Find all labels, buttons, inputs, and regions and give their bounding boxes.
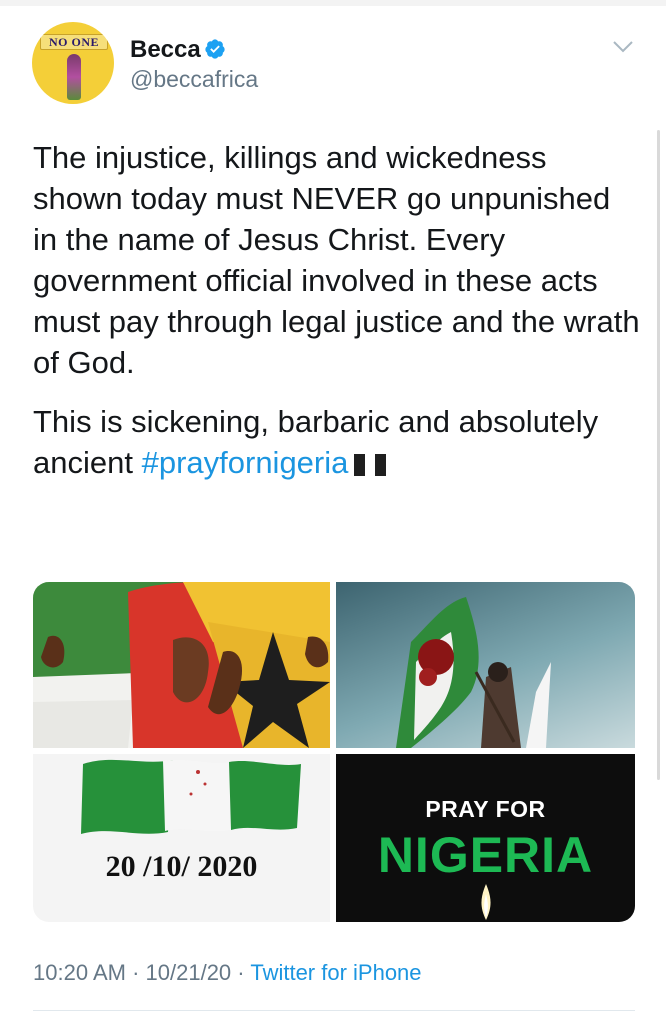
tweet-paragraph-2: This is sickening, barbaric and absolute… [33,401,643,483]
avatar-figure [67,54,81,100]
bloodied-flag-illustration [396,597,551,748]
tweet-meta: 10:20 AM · 10/21/20 · Twitter for iPhone [33,960,422,986]
media-image-flags-embrace[interactable] [33,582,330,748]
bottom-divider [33,1010,635,1011]
hashtag-link[interactable]: #prayfornigeria [142,445,349,480]
date-caption: 20 /10/ 2020 [105,850,258,883]
tweet-time: 10:20 AM [33,960,126,985]
tweet-source-link[interactable]: Twitter for iPhone [250,960,421,985]
media-image-pray-for-nigeria[interactable]: PRAY FOR NIGERIA [336,754,635,922]
media-image-nigeria-date[interactable]: 20 /10/ 2020 [33,754,330,922]
waving-nigeria-flag-illustration [81,759,301,834]
nigeria-flag-icon [354,454,387,476]
media-image-bloodied-flag[interactable] [336,582,635,748]
meta-separator-1: · [132,960,140,985]
flags-embrace-illustration [33,582,330,748]
display-name[interactable]: Becca [130,36,201,64]
meta-separator-2: · [237,960,245,985]
top-divider [0,0,666,6]
media-grid: 20 /10/ 2020 PRAY FOR NIGERIA [33,582,635,922]
tweet-date[interactable]: 10/21/20 [146,960,232,985]
verified-badge-icon [205,39,225,59]
chevron-down-icon[interactable] [612,40,634,54]
pray-for-text: PRAY FOR [425,796,546,822]
scroll-indicator[interactable] [657,130,660,780]
tweet-text: The injustice, killings and wickedness s… [33,137,643,483]
avatar-logo-text: NO ONE [40,34,108,50]
tweet-paragraph-1: The injustice, killings and wickedness s… [33,140,640,380]
nigeria-text: NIGERIA [377,827,594,883]
avatar[interactable]: NO ONE [32,22,114,104]
user-handle[interactable]: @beccafrica [130,66,258,93]
candle-flame-icon [481,884,491,920]
